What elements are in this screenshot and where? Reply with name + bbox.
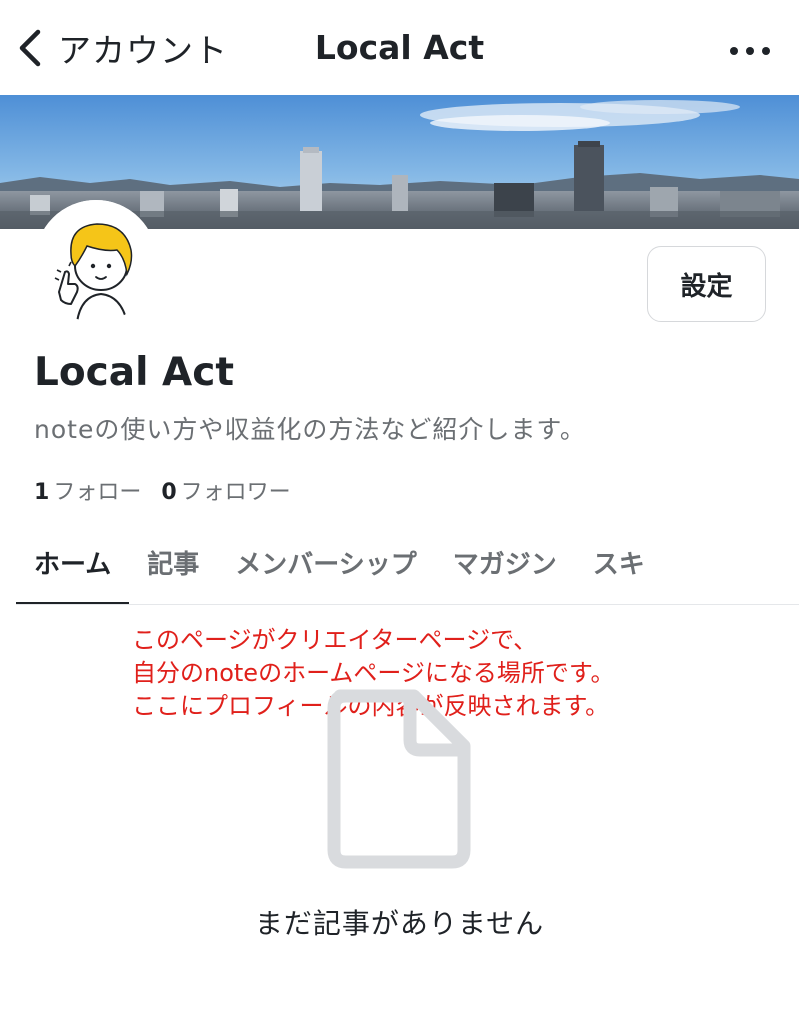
followers-label: フォロワー [180, 480, 291, 505]
tab-articles[interactable]: 記事 [129, 520, 217, 605]
tab-membership[interactable]: メンバーシップ [217, 520, 434, 605]
followers-count: 0 [161, 480, 177, 505]
tab-magazine[interactable]: マガジン [435, 520, 575, 605]
following-label: フォロー [53, 480, 142, 505]
document-icon [326, 688, 472, 870]
top-nav-bar: アカウント Local Act [0, 0, 799, 95]
profile-description: noteの使い方や収益化の方法など紹介します。 [34, 415, 586, 444]
back-label: アカウント [58, 31, 228, 70]
creator-page: アカウント Local Act 設定 Local Act noteの使い方や収益… [0, 0, 799, 1024]
profile-name: Local Act [34, 350, 234, 395]
empty-state-message: まだ記事がありません [254, 907, 545, 940]
settings-button[interactable]: 設定 [647, 246, 766, 322]
profile-tabs: ホーム 記事 メンバーシップ マガジン スキ [16, 520, 799, 605]
annotation-line: 自分のnoteのホームページになる場所です。 [132, 659, 615, 687]
chevron-left-icon [19, 29, 41, 67]
ellipsis-icon [730, 47, 770, 55]
avatar-illustration [35, 200, 157, 322]
tab-home[interactable]: ホーム [16, 520, 130, 605]
annotation-line: このページがクリエイターページで、 [132, 626, 538, 654]
follow-stats: 1 フォロー 0 フォロワー [34, 474, 291, 506]
following-link[interactable]: 1 フォロー [34, 474, 141, 506]
following-count: 1 [34, 480, 50, 505]
back-button[interactable]: アカウント [14, 22, 228, 74]
tabs-divider [16, 604, 799, 605]
followers-link[interactable]: 0 フォロワー [161, 474, 290, 506]
more-button[interactable] [727, 30, 773, 70]
tab-likes[interactable]: スキ [575, 520, 663, 605]
avatar[interactable] [35, 200, 157, 322]
